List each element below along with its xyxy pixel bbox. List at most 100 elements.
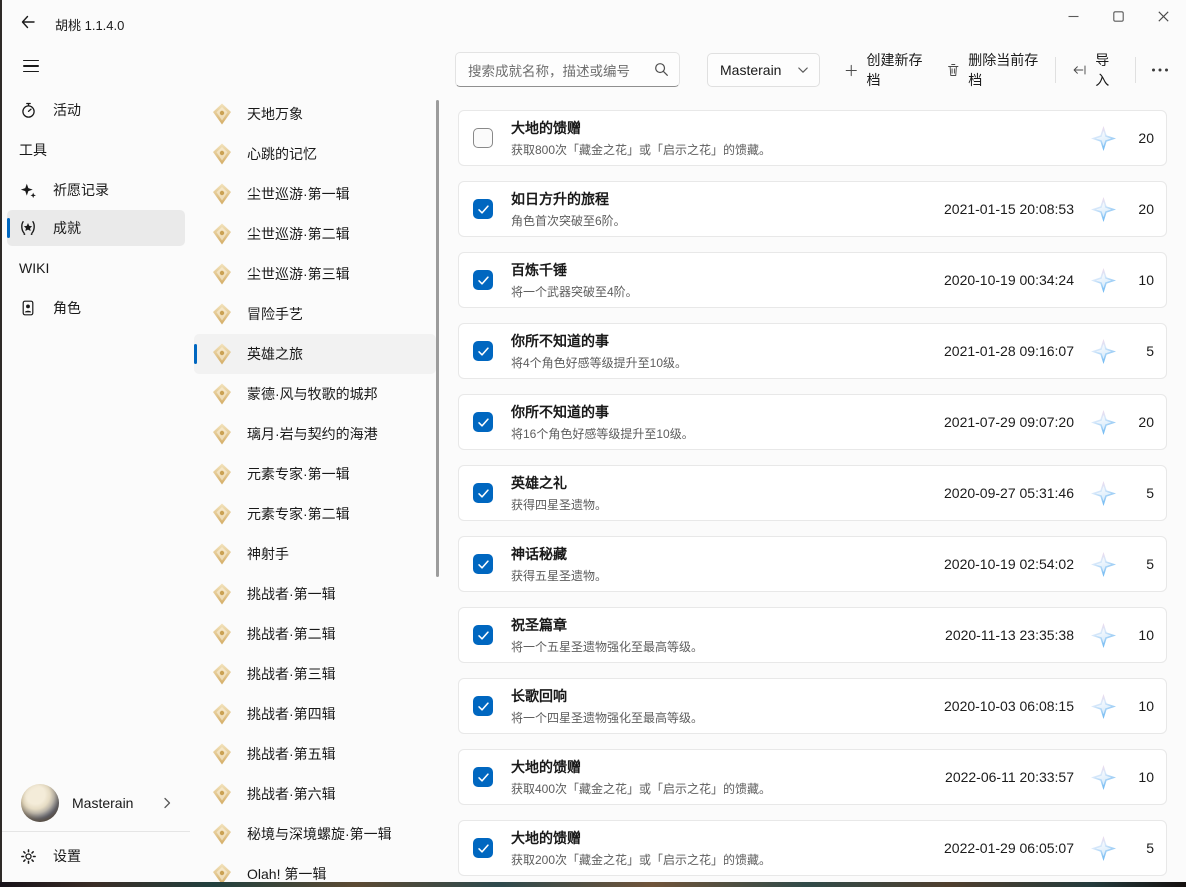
achievement-checkbox[interactable] [473,128,493,148]
close-icon [1158,11,1169,22]
category-item[interactable]: 神射手 [194,534,436,574]
achievement-card: 大地的馈赠 获取400次「藏金之花」或「启示之花」的馈藏。 2022-06-11… [458,749,1167,805]
category-item[interactable]: 璃月·岩与契约的海港 [194,414,436,454]
achievement-description: 角色首次突破至6阶。 [511,212,626,229]
category-label: 冒险手艺 [247,304,303,324]
achievement-title: 百炼千锤 [511,260,638,280]
category-emblem-icon [210,662,234,686]
achievement-checkbox[interactable] [473,554,493,574]
achievement-date: 2021-01-15 20:08:53 [944,201,1074,217]
category-item[interactable]: Olah! 第一辑 [194,854,436,882]
sidebar-item-activities[interactable]: 活动 [7,92,185,128]
achievement-checkbox[interactable] [473,838,493,858]
toolbar-divider [1055,57,1056,83]
achievement-checkbox[interactable] [473,483,493,503]
sidebar-section-wiki: WIKI [2,248,190,288]
more-options-button[interactable] [1142,56,1178,84]
search-icon [654,62,669,77]
titlebar: 胡桃 1.1.4.0 [0,0,1186,44]
archive-selector-dropdown[interactable]: Masterain [707,53,820,87]
category-item[interactable]: 尘世巡游·第一辑 [194,174,436,214]
category-item[interactable]: 天地万象 [194,94,436,134]
achievement-reward-value: 5 [1130,485,1154,501]
achievement-date: 2020-11-13 23:35:38 [945,627,1074,643]
category-item[interactable]: 挑战者·第五辑 [194,734,436,774]
primogem-icon [1090,693,1117,720]
sidebar-item-characters[interactable]: 角色 [7,290,185,326]
search-input[interactable]: 搜索成就名称，描述或编号 [455,52,680,87]
category-item[interactable]: 挑战者·第三辑 [194,654,436,694]
category-item[interactable]: 挑战者·第六辑 [194,774,436,814]
back-button[interactable] [13,9,43,35]
achievement-title: 长歌回响 [511,686,703,706]
achievement-list: 大地的馈赠 获取800次「藏金之花」或「启示之花」的馈藏。 20 [450,100,1186,882]
achievement-title: 大地的馈赠 [511,828,771,848]
category-scrollbar[interactable] [436,100,439,577]
category-emblem-icon [210,782,234,806]
achievement-date: 2022-06-11 20:33:57 [945,769,1074,785]
import-button[interactable]: 导入 [1062,43,1129,97]
category-label: 蒙德·风与牧歌的城邦 [247,384,378,404]
category-item[interactable]: 英雄之旅 [194,334,436,374]
maximize-button[interactable] [1096,0,1141,32]
category-emblem-icon [210,262,234,286]
category-emblem-icon [210,102,234,126]
category-list: 天地万象 心跳的记忆 [190,44,450,882]
achievement-description: 将一个五星圣遗物强化至最高等级。 [511,638,703,655]
primogem-icon [1090,764,1117,791]
achievement-checkbox[interactable] [473,199,493,219]
user-account-button[interactable]: Masterain [7,777,185,829]
category-item[interactable]: 冒险手艺 [194,294,436,334]
create-archive-button[interactable]: 创建新存档 [834,43,936,97]
achievement-description: 获得五星圣遗物。 [511,567,607,584]
delete-archive-button[interactable]: 删除当前存档 [936,43,1050,97]
minimize-button[interactable] [1051,0,1096,32]
checkmark-icon [477,416,490,429]
category-item[interactable]: 元素专家·第一辑 [194,454,436,494]
ellipsis-icon [1151,63,1169,77]
back-arrow-icon [20,14,36,30]
toolbar: 搜索成就名称，描述或编号 Masterain 创建新存档 删除当前存档 导入 [450,44,1186,100]
category-item[interactable]: 挑战者·第一辑 [194,574,436,614]
achievement-checkbox[interactable] [473,625,493,645]
category-item[interactable]: 尘世巡游·第二辑 [194,214,436,254]
category-item[interactable]: 心跳的记忆 [194,134,436,174]
sidebar-item-achievements[interactable]: 成就 [7,210,185,246]
achievement-date: 2022-01-29 06:05:07 [944,840,1074,856]
category-label: 尘世巡游·第二辑 [247,224,350,244]
category-emblem-icon [210,462,234,486]
category-item[interactable]: 秘境与深境螺旋·第一辑 [194,814,436,854]
username: Masterain [72,795,161,811]
achievement-checkbox[interactable] [473,696,493,716]
category-emblem-icon [210,302,234,326]
achievement-checkbox[interactable] [473,270,493,290]
hamburger-menu-button[interactable] [16,50,48,82]
primogem-icon [1090,480,1117,507]
sidebar-item-label: 祈愿记录 [53,180,109,200]
nav-sidebar: 活动 工具 祈愿记录 成就 WIKI 角色 Masterain 设置 [2,44,190,882]
category-item[interactable]: 元素专家·第二辑 [194,494,436,534]
achievement-card: 长歌回响 将一个四星圣遗物强化至最高等级。 2020-10-03 06:08:1… [458,678,1167,734]
category-item[interactable]: 挑战者·第二辑 [194,614,436,654]
category-item[interactable]: 挑战者·第四辑 [194,694,436,734]
sidebar-item-wish-records[interactable]: 祈愿记录 [7,172,185,208]
achievement-checkbox[interactable] [473,412,493,432]
achievement-card: 百炼千锤 将一个武器突破至4阶。 2020-10-19 00:34:24 10 [458,252,1167,308]
achievement-reward-value: 10 [1130,627,1154,643]
sparkles-icon [18,180,38,200]
category-item[interactable]: 尘世巡游·第三辑 [194,254,436,294]
category-item[interactable]: 蒙德·风与牧歌的城邦 [194,374,436,414]
achievement-checkbox[interactable] [473,767,493,787]
achievement-title: 祝圣篇章 [511,615,703,635]
achievement-checkbox[interactable] [473,341,493,361]
maximize-icon [1113,11,1124,22]
category-label: 元素专家·第二辑 [247,504,350,524]
category-emblem-icon [210,582,234,606]
category-label: 元素专家·第一辑 [247,464,350,484]
checkmark-icon [477,345,490,358]
category-emblem-icon [210,342,234,366]
checkmark-icon [477,700,490,713]
close-button[interactable] [1141,0,1186,32]
sidebar-item-settings[interactable]: 设置 [7,838,185,874]
achievement-category-panel: 天地万象 心跳的记忆 [190,44,450,882]
